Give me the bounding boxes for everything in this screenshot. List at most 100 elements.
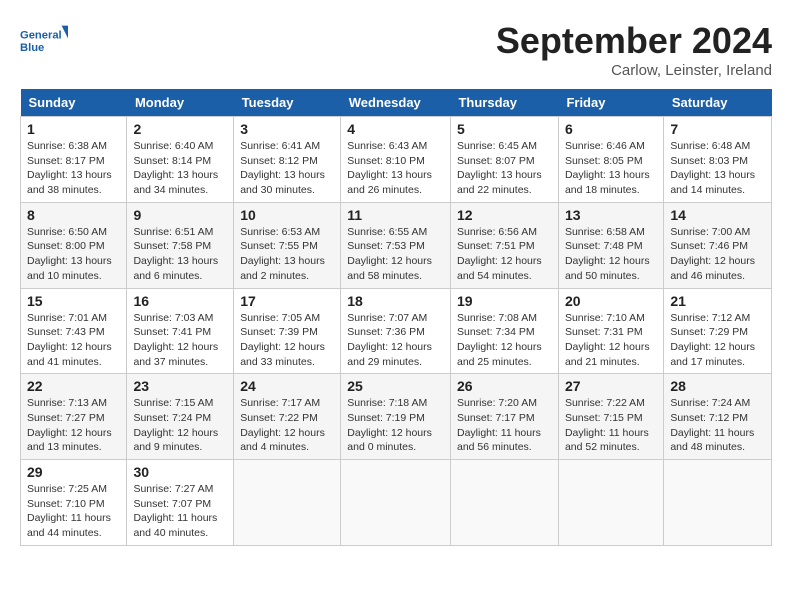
calendar-day-cell: 20 Sunrise: 7:10 AMSunset: 7:31 PMDaylig… — [558, 288, 663, 374]
calendar-week-row: 1 Sunrise: 6:38 AMSunset: 8:17 PMDayligh… — [21, 117, 772, 203]
day-number: 27 — [565, 378, 657, 394]
calendar-week-row: 15 Sunrise: 7:01 AMSunset: 7:43 PMDaylig… — [21, 288, 772, 374]
day-info: Sunrise: 6:41 AMSunset: 8:12 PMDaylight:… — [240, 139, 334, 198]
day-number: 18 — [347, 293, 444, 309]
svg-text:Blue: Blue — [20, 42, 44, 54]
day-number: 20 — [565, 293, 657, 309]
day-info: Sunrise: 7:18 AMSunset: 7:19 PMDaylight:… — [347, 396, 444, 455]
day-number: 5 — [457, 121, 552, 137]
calendar-day-cell: 8 Sunrise: 6:50 AMSunset: 8:00 PMDayligh… — [21, 202, 127, 288]
day-number: 7 — [670, 121, 765, 137]
day-info: Sunrise: 7:01 AMSunset: 7:43 PMDaylight:… — [27, 311, 120, 370]
calendar-header-cell: Saturday — [664, 89, 772, 117]
day-info: Sunrise: 7:20 AMSunset: 7:17 PMDaylight:… — [457, 396, 552, 455]
svg-text:General: General — [20, 29, 62, 41]
calendar-day-cell: 4 Sunrise: 6:43 AMSunset: 8:10 PMDayligh… — [341, 117, 451, 203]
calendar-day-cell — [664, 460, 772, 546]
day-number: 2 — [133, 121, 227, 137]
calendar-day-cell: 30 Sunrise: 7:27 AMSunset: 7:07 PMDaylig… — [127, 460, 234, 546]
calendar-day-cell — [450, 460, 558, 546]
calendar-day-cell: 28 Sunrise: 7:24 AMSunset: 7:12 PMDaylig… — [664, 374, 772, 460]
calendar-day-cell: 23 Sunrise: 7:15 AMSunset: 7:24 PMDaylig… — [127, 374, 234, 460]
calendar-day-cell: 26 Sunrise: 7:20 AMSunset: 7:17 PMDaylig… — [450, 374, 558, 460]
calendar-day-cell: 6 Sunrise: 6:46 AMSunset: 8:05 PMDayligh… — [558, 117, 663, 203]
day-number: 9 — [133, 207, 227, 223]
day-number: 25 — [347, 378, 444, 394]
title-area: September 2024 Carlow, Leinster, Ireland — [496, 20, 772, 79]
calendar-day-cell: 5 Sunrise: 6:45 AMSunset: 8:07 PMDayligh… — [450, 117, 558, 203]
day-number: 3 — [240, 121, 334, 137]
calendar-day-cell: 27 Sunrise: 7:22 AMSunset: 7:15 PMDaylig… — [558, 374, 663, 460]
calendar-day-cell: 21 Sunrise: 7:12 AMSunset: 7:29 PMDaylig… — [664, 288, 772, 374]
day-info: Sunrise: 6:38 AMSunset: 8:17 PMDaylight:… — [27, 139, 120, 198]
calendar-body: 1 Sunrise: 6:38 AMSunset: 8:17 PMDayligh… — [21, 117, 772, 546]
day-number: 26 — [457, 378, 552, 394]
day-number: 14 — [670, 207, 765, 223]
day-info: Sunrise: 6:48 AMSunset: 8:03 PMDaylight:… — [670, 139, 765, 198]
calendar-header-cell: Wednesday — [341, 89, 451, 117]
day-number: 22 — [27, 378, 120, 394]
day-info: Sunrise: 7:22 AMSunset: 7:15 PMDaylight:… — [565, 396, 657, 455]
day-info: Sunrise: 6:58 AMSunset: 7:48 PMDaylight:… — [565, 225, 657, 284]
day-number: 13 — [565, 207, 657, 223]
location-title: Carlow, Leinster, Ireland — [496, 62, 772, 79]
calendar-day-cell: 13 Sunrise: 6:58 AMSunset: 7:48 PMDaylig… — [558, 202, 663, 288]
calendar-header-cell: Thursday — [450, 89, 558, 117]
day-info: Sunrise: 7:05 AMSunset: 7:39 PMDaylight:… — [240, 311, 334, 370]
day-info: Sunrise: 6:55 AMSunset: 7:53 PMDaylight:… — [347, 225, 444, 284]
day-number: 17 — [240, 293, 334, 309]
day-number: 12 — [457, 207, 552, 223]
day-info: Sunrise: 6:45 AMSunset: 8:07 PMDaylight:… — [457, 139, 552, 198]
calendar-week-row: 8 Sunrise: 6:50 AMSunset: 8:00 PMDayligh… — [21, 202, 772, 288]
calendar-day-cell: 22 Sunrise: 7:13 AMSunset: 7:27 PMDaylig… — [21, 374, 127, 460]
day-number: 24 — [240, 378, 334, 394]
calendar-header-cell: Tuesday — [234, 89, 341, 117]
day-info: Sunrise: 6:56 AMSunset: 7:51 PMDaylight:… — [457, 225, 552, 284]
calendar-day-cell: 2 Sunrise: 6:40 AMSunset: 8:14 PMDayligh… — [127, 117, 234, 203]
day-info: Sunrise: 7:10 AMSunset: 7:31 PMDaylight:… — [565, 311, 657, 370]
day-info: Sunrise: 6:53 AMSunset: 7:55 PMDaylight:… — [240, 225, 334, 284]
calendar-day-cell: 24 Sunrise: 7:17 AMSunset: 7:22 PMDaylig… — [234, 374, 341, 460]
calendar-day-cell: 1 Sunrise: 6:38 AMSunset: 8:17 PMDayligh… — [21, 117, 127, 203]
day-info: Sunrise: 6:40 AMSunset: 8:14 PMDaylight:… — [133, 139, 227, 198]
calendar-header-cell: Monday — [127, 89, 234, 117]
day-info: Sunrise: 7:24 AMSunset: 7:12 PMDaylight:… — [670, 396, 765, 455]
calendar-day-cell: 9 Sunrise: 6:51 AMSunset: 7:58 PMDayligh… — [127, 202, 234, 288]
day-number: 11 — [347, 207, 444, 223]
day-number: 23 — [133, 378, 227, 394]
day-info: Sunrise: 7:08 AMSunset: 7:34 PMDaylight:… — [457, 311, 552, 370]
calendar-day-cell: 16 Sunrise: 7:03 AMSunset: 7:41 PMDaylig… — [127, 288, 234, 374]
calendar-header-cell: Friday — [558, 89, 663, 117]
day-info: Sunrise: 7:00 AMSunset: 7:46 PMDaylight:… — [670, 225, 765, 284]
day-number: 15 — [27, 293, 120, 309]
calendar-day-cell: 17 Sunrise: 7:05 AMSunset: 7:39 PMDaylig… — [234, 288, 341, 374]
day-number: 29 — [27, 464, 120, 480]
calendar-day-cell: 25 Sunrise: 7:18 AMSunset: 7:19 PMDaylig… — [341, 374, 451, 460]
logo-svg: General Blue — [20, 20, 68, 60]
page-header: General Blue September 2024 Carlow, Lein… — [20, 20, 772, 79]
day-info: Sunrise: 7:12 AMSunset: 7:29 PMDaylight:… — [670, 311, 765, 370]
calendar-day-cell: 18 Sunrise: 7:07 AMSunset: 7:36 PMDaylig… — [341, 288, 451, 374]
calendar-day-cell — [234, 460, 341, 546]
calendar-day-cell: 29 Sunrise: 7:25 AMSunset: 7:10 PMDaylig… — [21, 460, 127, 546]
calendar-day-cell: 15 Sunrise: 7:01 AMSunset: 7:43 PMDaylig… — [21, 288, 127, 374]
calendar-day-cell: 19 Sunrise: 7:08 AMSunset: 7:34 PMDaylig… — [450, 288, 558, 374]
day-number: 8 — [27, 207, 120, 223]
day-number: 21 — [670, 293, 765, 309]
calendar-week-row: 22 Sunrise: 7:13 AMSunset: 7:27 PMDaylig… — [21, 374, 772, 460]
calendar-table: SundayMondayTuesdayWednesdayThursdayFrid… — [20, 89, 772, 546]
calendar-week-row: 29 Sunrise: 7:25 AMSunset: 7:10 PMDaylig… — [21, 460, 772, 546]
calendar-day-cell — [341, 460, 451, 546]
calendar-day-cell: 3 Sunrise: 6:41 AMSunset: 8:12 PMDayligh… — [234, 117, 341, 203]
calendar-header-cell: Sunday — [21, 89, 127, 117]
day-number: 30 — [133, 464, 227, 480]
day-number: 4 — [347, 121, 444, 137]
day-info: Sunrise: 7:07 AMSunset: 7:36 PMDaylight:… — [347, 311, 444, 370]
calendar-day-cell — [558, 460, 663, 546]
day-info: Sunrise: 7:03 AMSunset: 7:41 PMDaylight:… — [133, 311, 227, 370]
day-info: Sunrise: 6:43 AMSunset: 8:10 PMDaylight:… — [347, 139, 444, 198]
day-number: 28 — [670, 378, 765, 394]
day-number: 10 — [240, 207, 334, 223]
calendar-day-cell: 14 Sunrise: 7:00 AMSunset: 7:46 PMDaylig… — [664, 202, 772, 288]
logo: General Blue — [20, 20, 68, 60]
